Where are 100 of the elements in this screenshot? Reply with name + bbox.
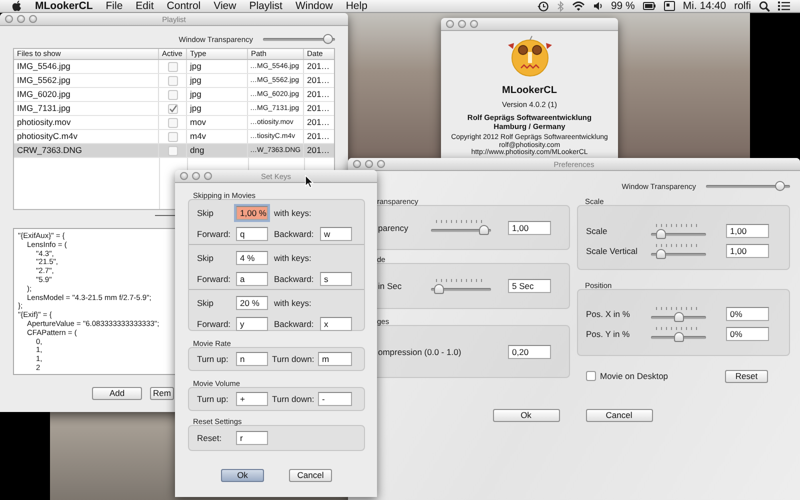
ok-button[interactable]: Ok [221, 469, 264, 482]
checkbox[interactable] [168, 76, 178, 86]
close-button[interactable] [446, 20, 454, 28]
checkbox[interactable] [168, 62, 178, 72]
app-name: MLookerCL [502, 85, 557, 97]
close-button[interactable] [5, 15, 13, 23]
input-field[interactable]: - [318, 392, 352, 406]
field-label: Turn down: [271, 354, 316, 364]
reset-button[interactable]: Reset [725, 370, 768, 382]
input-field[interactable]: q [236, 227, 268, 241]
speaker-icon[interactable] [592, 1, 603, 11]
battery-icon[interactable] [642, 2, 656, 10]
input-field[interactable]: 1,00 % [236, 206, 268, 220]
minimize-button[interactable] [458, 20, 466, 28]
minimize-button[interactable] [192, 172, 200, 180]
slider[interactable] [263, 34, 335, 44]
slider[interactable] [651, 224, 706, 238]
slider[interactable] [651, 244, 706, 258]
checkbox[interactable] [168, 104, 178, 114]
field-label: ompression (0.0 - 1.0) [378, 346, 462, 356]
checkbox[interactable] [168, 132, 178, 142]
input-field[interactable]: x [320, 317, 352, 331]
table-cell: m4v [187, 130, 248, 143]
checkbox[interactable] [168, 90, 178, 100]
table-cell: 201… [304, 116, 334, 129]
menu-item[interactable]: Playlist [249, 0, 282, 12]
field-label: Forward: [197, 319, 232, 329]
mouse-pointer-icon [305, 175, 314, 188]
close-button[interactable] [180, 172, 188, 180]
zoom-button[interactable] [377, 160, 385, 168]
input-field[interactable]: 5 Sec [508, 279, 551, 293]
checkbox[interactable] [168, 146, 178, 156]
input-field[interactable]: r [236, 431, 268, 445]
menu-item[interactable]: View [214, 0, 236, 12]
table-cell: IMG_6020.jpg [14, 88, 159, 101]
checkbox[interactable] [168, 118, 178, 128]
cancel-button[interactable]: Cancel [289, 469, 332, 482]
search-icon[interactable] [759, 0, 770, 12]
table-cell: jpg [187, 60, 248, 73]
table-cell: 201… [304, 102, 334, 115]
input-field[interactable]: y [236, 317, 268, 331]
table-cell: jpg [187, 74, 248, 87]
input-field[interactable]: 20 % [236, 296, 268, 310]
input-field[interactable]: 1,00 [508, 220, 551, 234]
clock-text[interactable]: Mi. 14:40 [682, 0, 726, 12]
field-label: Turn up: [197, 354, 230, 364]
clock-icon[interactable] [536, 0, 549, 12]
input-field[interactable]: s [320, 272, 352, 286]
field-label: Pos. X in % [586, 309, 631, 319]
apple-icon[interactable] [12, 0, 22, 12]
checkbox[interactable] [586, 371, 596, 381]
menu-item[interactable]: File [106, 0, 123, 12]
input-field[interactable]: 0% [726, 307, 769, 321]
field-label: Backward: [273, 319, 315, 329]
table-cell: IMG_5562.jpg [14, 74, 159, 87]
list-icon[interactable] [778, 1, 790, 11]
table-cell: 201… [304, 60, 334, 73]
input-field[interactable]: 0% [726, 327, 769, 341]
input-field[interactable]: w [320, 227, 352, 241]
zoom-button[interactable] [29, 15, 37, 23]
display-icon[interactable] [664, 1, 675, 11]
field-label: with keys: [273, 208, 312, 218]
table-cell: IMG_5546.jpg [14, 60, 159, 73]
field-label: Turn up: [197, 394, 230, 404]
input-field[interactable]: 4 % [236, 251, 268, 265]
cancel-button[interactable]: Cancel [586, 409, 652, 422]
add-button[interactable]: Add [92, 387, 142, 400]
input-field[interactable]: + [236, 392, 268, 406]
wifi-icon[interactable] [572, 1, 585, 11]
zoom-button[interactable] [204, 172, 212, 180]
slider[interactable] [651, 326, 706, 342]
menu-item[interactable]: Window [295, 0, 333, 12]
app-menu[interactable]: MLookerCL [35, 0, 93, 12]
slider[interactable] [706, 181, 790, 191]
menu-item[interactable]: Help [346, 0, 368, 12]
close-button[interactable] [353, 160, 361, 168]
input-field[interactable]: 1,00 [726, 244, 769, 258]
user-name[interactable]: rolfi [734, 0, 751, 12]
minimize-button[interactable] [365, 160, 373, 168]
field-label: with keys: [273, 253, 312, 263]
slider[interactable] [651, 306, 706, 322]
bluetooth-icon[interactable] [556, 0, 564, 12]
menu-item[interactable]: Control [166, 0, 201, 12]
field-label: with keys: [273, 298, 312, 308]
input-field[interactable]: a [236, 272, 268, 286]
battery-percentage: 99 % [610, 0, 635, 12]
zoom-button[interactable] [470, 20, 478, 28]
table-cell: IMG_7131.jpg [14, 102, 159, 115]
input-field[interactable]: 1,00 [726, 224, 769, 238]
ok-button[interactable]: Ok [492, 409, 560, 422]
input-field[interactable]: n [236, 352, 268, 366]
input-field[interactable]: m [318, 352, 352, 366]
input-field[interactable]: 0,20 [508, 344, 551, 358]
menu-item[interactable]: Edit [136, 0, 154, 12]
table-cell: dng [187, 144, 248, 157]
remove-button[interactable]: Rem [150, 387, 174, 400]
table-cell: 201… [304, 144, 334, 157]
slider[interactable] [431, 278, 491, 294]
slider[interactable] [431, 220, 491, 235]
minimize-button[interactable] [17, 15, 25, 23]
